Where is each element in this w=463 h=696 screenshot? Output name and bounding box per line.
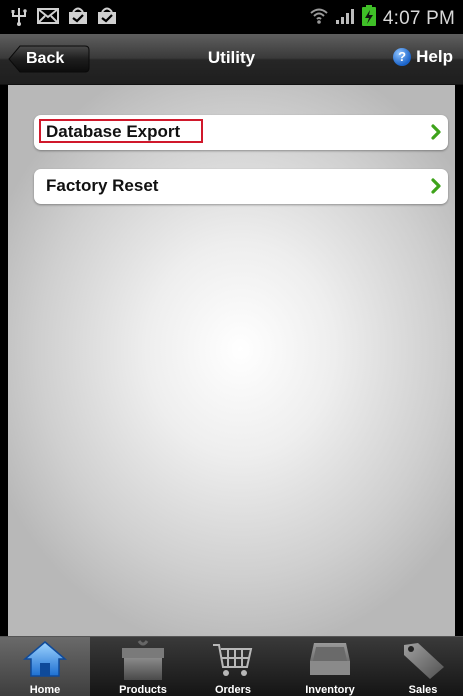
content-area: Database Export Factory Reset: [8, 85, 455, 636]
wifi-icon: [309, 6, 329, 31]
tab-label: Orders: [214, 684, 252, 696]
status-right-icons: 4:07 PM: [309, 5, 455, 32]
cart-icon: [211, 639, 255, 684]
menu-item-label: Database Export: [46, 122, 181, 141]
help-icon: ?: [393, 48, 412, 66]
tab-sales[interactable]: Sales: [383, 637, 463, 696]
tab-label: Home: [29, 684, 61, 696]
mail-icon: [37, 8, 59, 24]
app-header: Back Utility ? Help: [0, 34, 463, 85]
signal-icon: [335, 7, 355, 30]
menu-item-database-export[interactable]: Database Export: [34, 115, 448, 150]
status-left-icons: [10, 6, 117, 26]
battery-charging-icon: [361, 5, 377, 32]
box-icon: [119, 639, 167, 686]
tag-icon: [400, 639, 446, 686]
menu-item-label: Factory Reset: [46, 176, 159, 195]
tab-label: Sales: [408, 684, 438, 696]
status-time: 4:07 PM: [382, 7, 455, 29]
tab-label: Products: [119, 684, 167, 696]
chevron-right-icon: [431, 124, 441, 145]
tab-home[interactable]: Home: [0, 637, 90, 696]
status-bar: 4:07 PM: [0, 0, 463, 34]
help-button[interactable]: ? Help: [393, 47, 453, 67]
tab-products[interactable]: Products: [101, 637, 185, 696]
bag-check-icon: [97, 7, 117, 25]
home-icon: [22, 639, 68, 684]
help-label: Help: [416, 47, 453, 66]
chevron-right-icon: [431, 178, 441, 199]
bag-check-icon: [68, 7, 88, 25]
tray-icon: [308, 639, 352, 684]
tab-bar: Home Products Orders Inventory Sales: [0, 636, 463, 696]
menu-item-factory-reset[interactable]: Factory Reset: [34, 169, 448, 204]
app-screen: 4:07 PM Back Utility ? Help Database Exp…: [0, 0, 463, 696]
tab-label: Inventory: [305, 684, 355, 696]
tab-orders[interactable]: Orders: [193, 637, 273, 696]
tab-inventory[interactable]: Inventory: [285, 637, 375, 696]
usb-icon: [10, 6, 28, 26]
